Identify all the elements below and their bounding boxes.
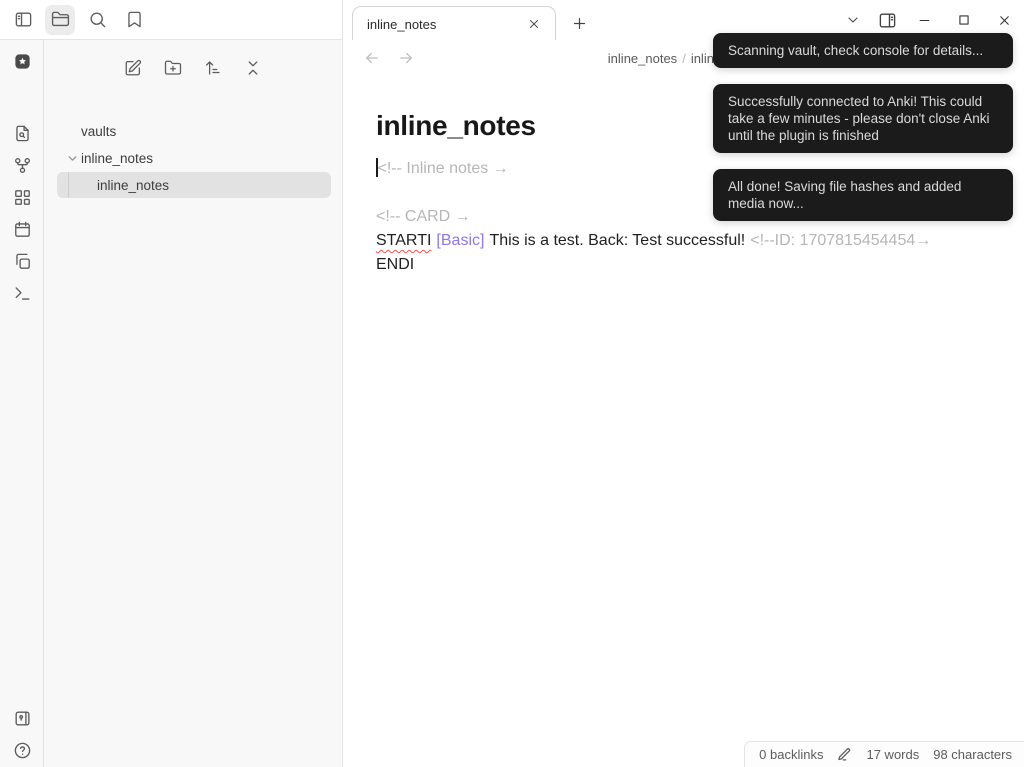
editor-mode-indicator[interactable] (837, 747, 852, 762)
toggle-left-sidebar-button[interactable] (8, 5, 38, 35)
arrow-right-icon (400, 52, 412, 64)
file-label: inline_notes (97, 177, 170, 193)
close-icon (530, 20, 538, 28)
notification-scanning[interactable]: Scanning vault, check console for detail… (713, 33, 1013, 68)
card-body-text: This is a test. Back: Test successful! (489, 232, 746, 249)
chevron-down-icon (848, 17, 858, 23)
file-search-icon (16, 125, 29, 142)
history-nav (360, 40, 418, 76)
search-tab-button[interactable] (82, 5, 112, 35)
character-count: 98 characters (933, 747, 1012, 762)
ribbon-file-search-button[interactable] (13, 124, 32, 143)
card-type-token: [Basic] (436, 232, 485, 249)
card-end-line: ENDI (376, 253, 976, 277)
folder-label: inline_notes (81, 151, 154, 166)
ribbon-help-button[interactable] (13, 741, 32, 760)
workspace-tab-header (0, 0, 343, 40)
explorer-header (44, 48, 342, 88)
graph-icon (15, 158, 30, 173)
calendar-icon (15, 221, 30, 237)
terminal-icon (15, 287, 30, 300)
new-folder-icon (164, 60, 182, 75)
vault-icon (15, 711, 30, 726)
arrow-left-icon (366, 52, 378, 64)
breadcrumb-separator: / (682, 50, 686, 66)
grid-icon (15, 190, 30, 205)
copy-icon (16, 253, 30, 269)
collapse-all-icon (248, 61, 258, 75)
minimize-icon (919, 19, 929, 21)
maximize-icon (959, 15, 969, 25)
tab-title: inline_notes (367, 16, 437, 32)
card-start-token: STARTI (376, 232, 432, 249)
tree-item-vaults[interactable]: vaults (44, 118, 342, 145)
tab-inline-notes[interactable]: inline_notes (352, 6, 556, 41)
new-note-icon (125, 59, 142, 76)
indent-guide (68, 172, 69, 198)
forward-button[interactable] (394, 46, 418, 70)
ribbon-calendar-button[interactable] (13, 220, 32, 239)
ribbon-vault-switcher-button[interactable] (13, 709, 32, 728)
file-explorer-sidebar: vaults inline_notes inline_notes (44, 40, 343, 767)
search-icon (89, 12, 105, 28)
chevron-down-icon[interactable] (64, 152, 81, 165)
sort-order-button[interactable] (200, 55, 226, 81)
status-bar: 0 backlinks 17 words 98 characters (744, 741, 1024, 767)
obsidian-window: inline_notes vaults inline_notes inline_… (0, 0, 1024, 767)
card-id-comment: <!--ID: 1707815454454→ (750, 232, 932, 249)
panel-right-icon (879, 12, 895, 28)
tab-close-button[interactable] (523, 13, 545, 35)
new-note-button[interactable] (120, 55, 146, 81)
card-end-token: ENDI (376, 256, 415, 273)
files-tab-button[interactable] (45, 4, 75, 35)
card-line: STARTI [Basic] This is a test. Back: Test … (376, 229, 976, 253)
back-button[interactable] (360, 46, 384, 70)
notification-stack: Scanning vault, check console for detail… (713, 33, 1013, 221)
plus-icon (573, 17, 585, 29)
close-icon (999, 15, 1009, 25)
notification-done[interactable]: All done! Saving file hashes and added m… (713, 169, 1013, 221)
left-ribbon (0, 40, 44, 767)
folder-icon (51, 11, 69, 27)
new-folder-button[interactable] (160, 55, 186, 81)
backlinks-count[interactable]: 0 backlinks (759, 747, 823, 762)
notification-connected[interactable]: Successfully connected to Anki! This cou… (713, 84, 1013, 153)
collapse-all-button[interactable] (240, 55, 266, 81)
ribbon-grid-button[interactable] (13, 188, 32, 207)
new-tab-button[interactable] (565, 9, 593, 37)
bookmark-icon (127, 11, 141, 28)
sticker-icon (15, 54, 30, 69)
tree-item-folder-inline-notes[interactable]: inline_notes (44, 145, 342, 172)
ribbon-terminal-button[interactable] (13, 284, 32, 303)
help-icon (14, 742, 31, 759)
ribbon-copy-button[interactable] (13, 252, 32, 271)
file-tree: vaults inline_notes inline_notes (44, 118, 342, 198)
word-count: 17 words (866, 747, 920, 762)
bookmarks-tab-button[interactable] (119, 5, 149, 35)
ribbon-graph-button[interactable] (13, 156, 32, 175)
sort-icon (205, 61, 220, 75)
vault-root-label: vaults (81, 124, 117, 139)
panel-left-icon (15, 12, 31, 27)
pencil-icon (838, 748, 851, 761)
tree-item-file-inline-notes[interactable]: inline_notes (57, 172, 331, 198)
ribbon-sticker-button[interactable] (13, 52, 32, 76)
breadcrumb-folder[interactable]: inline_notes (608, 51, 677, 66)
